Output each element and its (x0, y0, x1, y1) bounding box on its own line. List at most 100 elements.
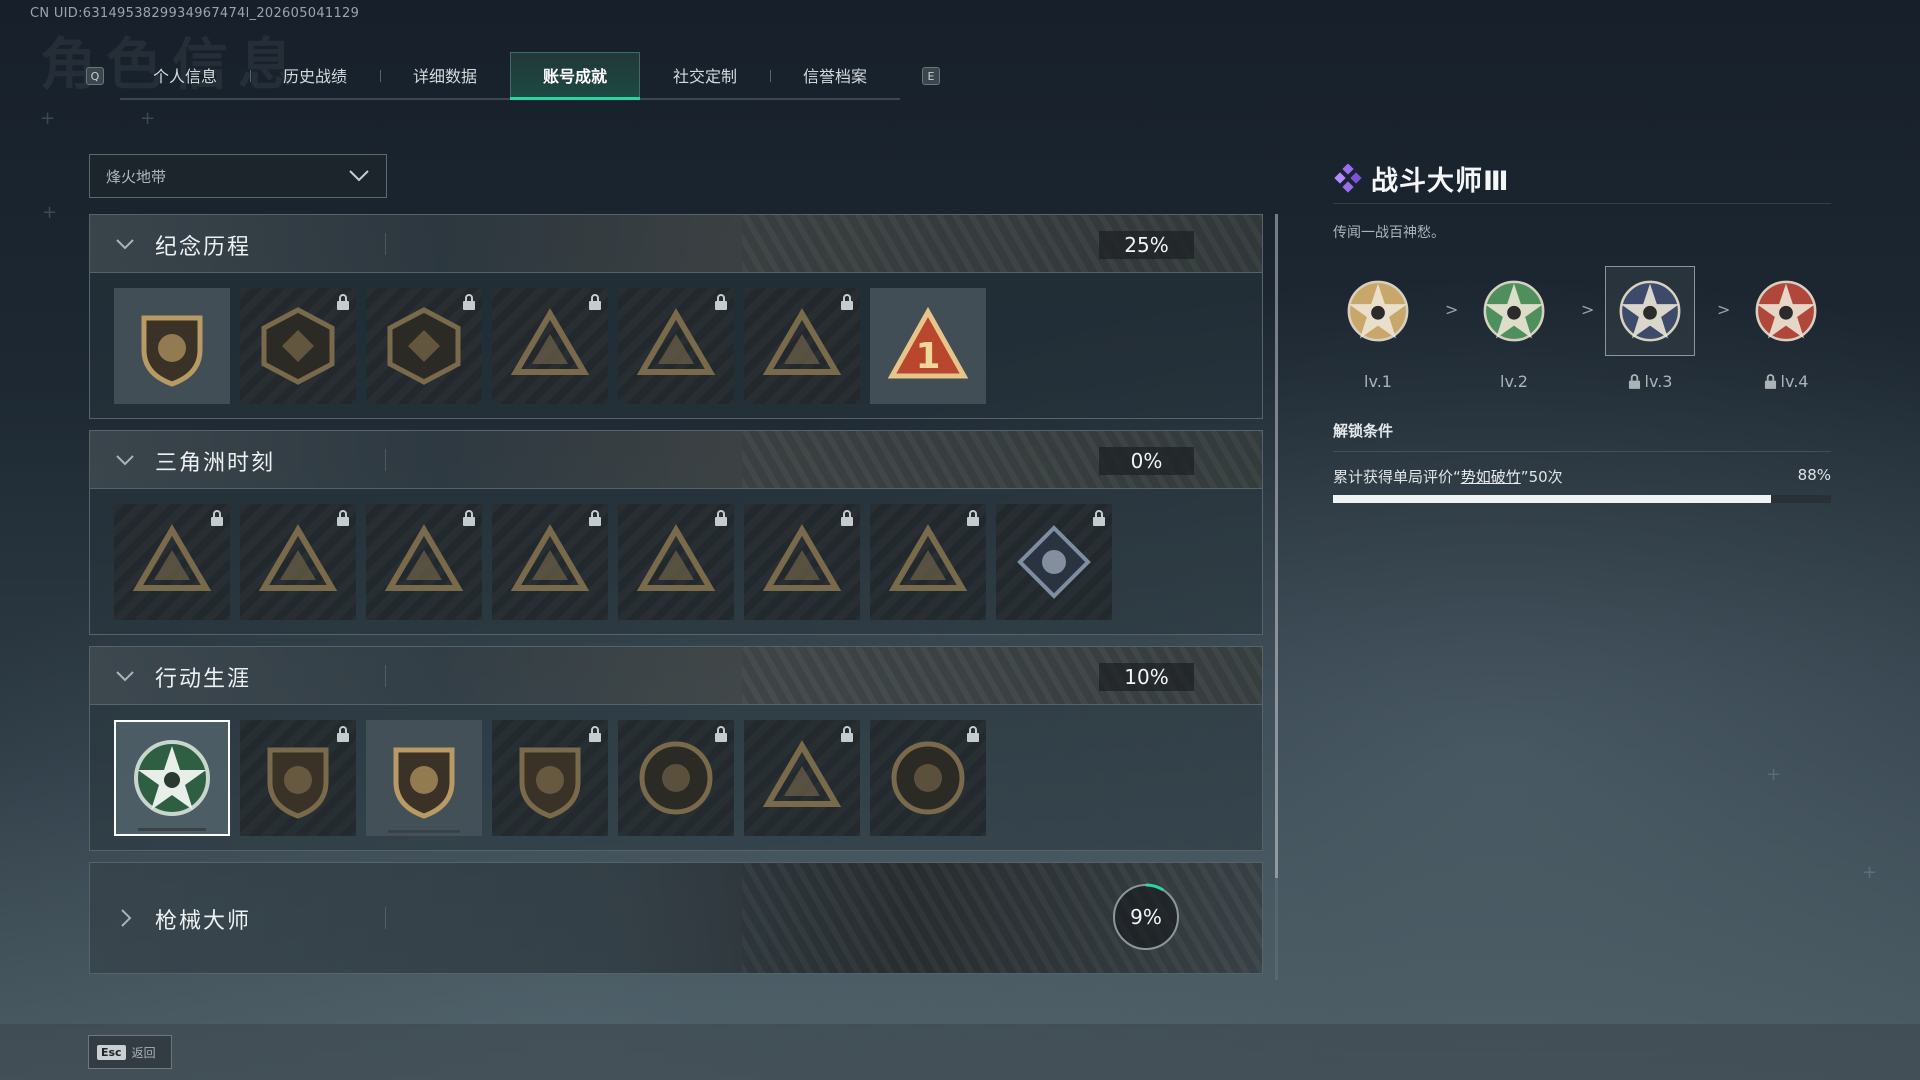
achievement-badge[interactable] (744, 720, 860, 836)
lock-icon (337, 726, 349, 742)
planet-circle-badge-icon (639, 741, 713, 815)
condition-key-link[interactable]: 势如破竹 (1461, 468, 1521, 486)
eagle-shield-badge-icon (267, 747, 329, 819)
lock-icon (337, 294, 349, 310)
level-medal-2[interactable]: lv.2 (1469, 266, 1559, 391)
category-header[interactable]: 纪念历程 25% (90, 215, 1262, 273)
mask-triangle-badge-icon (258, 524, 338, 591)
level-label: lv.4 (1780, 372, 1809, 391)
achievement-badge[interactable] (618, 720, 734, 836)
achievement-badge[interactable] (492, 720, 608, 836)
lock-icon (211, 510, 223, 526)
badge-progress-bar (138, 828, 206, 831)
achievement-badge[interactable] (870, 504, 986, 620)
category-panel: 行动生涯 10% (89, 646, 1263, 851)
achievement-badge[interactable] (744, 504, 860, 620)
tower-badge-icon (510, 308, 590, 375)
lock-icon (841, 294, 853, 310)
esc-key-hint: Esc (97, 1044, 126, 1060)
chevron-down-icon[interactable] (114, 665, 136, 687)
divider (385, 665, 386, 687)
lock-icon (1093, 510, 1105, 526)
achievement-badge[interactable] (114, 288, 230, 404)
tab-5[interactable]: 信誉档案 (770, 52, 900, 98)
mode-select[interactable]: 烽火地带 (89, 154, 387, 198)
achievement-badge[interactable] (618, 504, 734, 620)
level-medal-4[interactable]: lv.4 (1741, 266, 1831, 391)
achievement-badge[interactable] (996, 504, 1112, 620)
number-one-triangle-badge-icon: 1 (887, 306, 969, 379)
rose-diamond-badge-icon (1017, 525, 1091, 599)
scrollbar-thumb[interactable] (1275, 214, 1278, 878)
crosshair-decor-icon: + (140, 108, 156, 129)
unlock-condition-row: 累计获得单局评价“势如破竹”50次 88% (1333, 466, 1831, 487)
achievement-badge[interactable] (870, 720, 986, 836)
prev-tab-key-hint[interactable]: Q (86, 67, 104, 85)
category-progress: 9% (1130, 905, 1162, 929)
achievement-badge[interactable] (744, 288, 860, 404)
achievement-badge[interactable] (114, 504, 230, 620)
unlock-condition-title: 解锁条件 (1333, 420, 1831, 452)
divider (385, 449, 386, 471)
crosshair-decor-icon: + (40, 108, 56, 129)
level-medal-1[interactable]: lv.1 (1333, 266, 1423, 391)
dice-shield-badge-icon (519, 747, 581, 819)
main-tab-bar: Q 个人信息 历史战绩 详细数据 账号成就 社交定制 信誉档案 E (86, 52, 940, 100)
achievement-detail-panel: 战斗大师Ⅲ 传闻一战百神愁。 lv.1 > lv.2 > lv.3 > lv.4 解锁条件 … (1333, 160, 1831, 503)
medal-icon (1333, 266, 1423, 356)
category-panel: 枪械大师 9% (89, 862, 1263, 974)
category-header[interactable]: 三角洲时刻 0% (90, 431, 1262, 489)
achievement-badge[interactable] (240, 504, 356, 620)
next-tab-key-hint[interactable]: E (922, 67, 940, 85)
achievement-badge[interactable] (618, 288, 734, 404)
tab-3[interactable]: 账号成就 (510, 52, 640, 100)
condition-prefix: 累计获得单局评价“ (1333, 468, 1461, 486)
unlock-progress-fill (1333, 495, 1772, 503)
category-header[interactable]: 行动生涯 10% (90, 647, 1262, 705)
diamond-shield-badge-icon (387, 307, 461, 385)
chevron-down-icon[interactable] (114, 233, 136, 255)
category-progress: 0% (1099, 447, 1194, 475)
bottle-triangle-badge-icon (132, 524, 212, 591)
tab-4[interactable]: 社交定制 (640, 52, 770, 98)
achievement-badge[interactable]: 1 (870, 288, 986, 404)
badge-row: 1 (90, 273, 1262, 418)
achievement-badge[interactable] (114, 720, 230, 836)
fish-triangle-badge-icon (888, 524, 968, 591)
chevron-right-icon[interactable] (114, 907, 136, 929)
tab-1[interactable]: 历史战绩 (250, 52, 380, 98)
crossed-skull-badge-icon (762, 308, 842, 375)
level-label-row: lv.2 (1469, 372, 1559, 391)
tab-0[interactable]: 个人信息 (120, 52, 250, 98)
lock-icon (715, 726, 727, 742)
chevron-down-icon[interactable] (114, 449, 136, 471)
mermaid-triangle-badge-icon (384, 524, 464, 591)
chevron-right-icon: > (1445, 300, 1459, 319)
achievement-badge[interactable] (366, 720, 482, 836)
achievement-badge[interactable] (240, 288, 356, 404)
level-medal-3[interactable]: lv.3 (1605, 266, 1695, 391)
achievement-badge[interactable] (492, 504, 608, 620)
unlock-condition-text: 累计获得单局评价“势如破竹”50次 (1333, 466, 1563, 487)
runner-triangle-badge-icon (636, 524, 716, 591)
back-label: 返回 (131, 1045, 156, 1060)
lock-icon (463, 510, 475, 526)
svg-text:1: 1 (915, 336, 940, 377)
tab-2[interactable]: 详细数据 (380, 52, 510, 98)
star-skull-badge-icon (134, 740, 210, 816)
category-title: 三角洲时刻 (155, 451, 276, 476)
back-button[interactable]: Esc 返回 (88, 1035, 172, 1069)
lock-icon (967, 726, 979, 742)
divider (385, 907, 386, 929)
scrollbar[interactable] (1275, 214, 1278, 980)
achievement-badge[interactable] (240, 720, 356, 836)
level-label: lv.2 (1500, 372, 1528, 391)
lock-icon (841, 510, 853, 526)
achievement-badge[interactable] (492, 288, 608, 404)
crosshair-decor-icon: + (42, 202, 58, 223)
achievement-badge[interactable] (366, 288, 482, 404)
soldier-triangle-badge-icon (636, 308, 716, 375)
category-title: 纪念历程 (155, 235, 252, 260)
achievement-badge[interactable] (366, 504, 482, 620)
category-header[interactable]: 枪械大师 9% (90, 863, 1262, 973)
